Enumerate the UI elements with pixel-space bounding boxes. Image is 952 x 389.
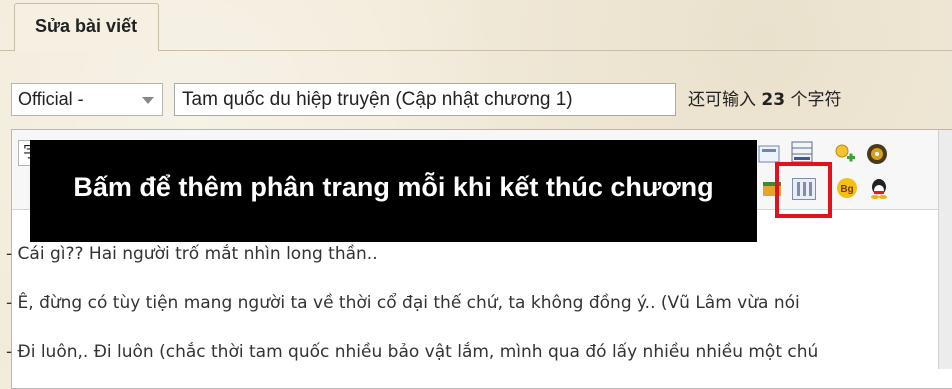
instruction-callout: Bấm để thêm phân trang mỗi khi kết thúc … <box>30 140 757 242</box>
svg-text:Bg: Bg <box>840 184 853 195</box>
media-disc-icon[interactable] <box>865 142 889 166</box>
char-counter-count: 23 <box>761 90 786 110</box>
title-input[interactable]: Tam quốc du hiệp truyện (Cập nhật chương… <box>174 83 676 116</box>
qq-icon[interactable] <box>867 176 891 200</box>
char-counter: 还可输入 23 个字符 <box>688 86 841 114</box>
page-break-icon[interactable] <box>792 178 816 200</box>
instruction-callout-text: Bấm để thêm phân trang mỗi khi kết thúc … <box>73 172 714 202</box>
tab-underline-cover <box>15 49 158 51</box>
content-line: - Cái gì?? Hai người trố mắt nhìn long t… <box>6 244 378 264</box>
char-counter-suffix: 个字符 <box>790 90 842 110</box>
bg-color-icon[interactable]: Bg <box>835 176 859 200</box>
category-select-value: Official - <box>18 89 84 109</box>
char-counter-prefix: 还可输入 <box>688 90 756 110</box>
category-select[interactable]: Official - <box>11 83 163 116</box>
tab-bar: Sửa bài viết <box>0 0 952 51</box>
add-user-icon[interactable] <box>832 142 856 166</box>
content-line: - Đi luôn,. Đi luôn (chắc thời tam quốc … <box>6 342 819 362</box>
content-line: - Ê, đừng có tùy tiện mang người ta về t… <box>6 293 800 313</box>
editor-scrollbar[interactable] <box>938 130 952 369</box>
table-icon[interactable] <box>790 140 814 164</box>
chevron-down-icon <box>142 97 154 104</box>
tab-edit-post[interactable]: Sửa bài viết <box>14 3 159 50</box>
